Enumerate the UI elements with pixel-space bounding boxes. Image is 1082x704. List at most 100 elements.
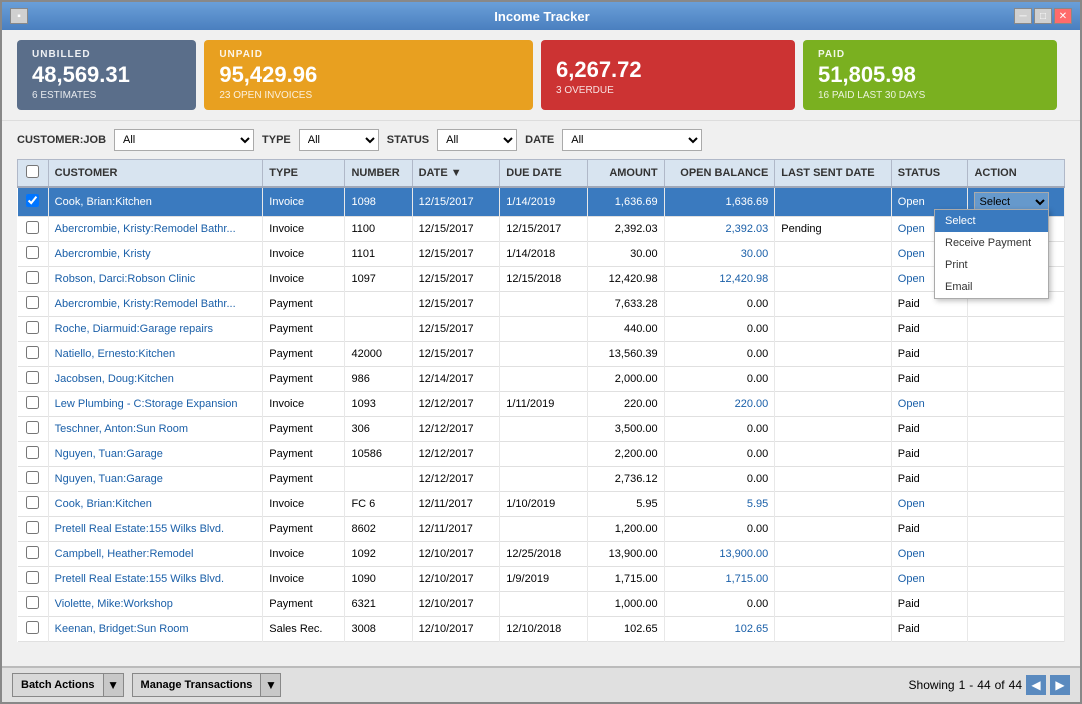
row-customer[interactable]: Natiello, Ernesto:Kitchen	[48, 342, 263, 367]
row-checkbox[interactable]	[26, 621, 39, 634]
row-last-sent	[775, 442, 891, 467]
date-filter[interactable]: All	[562, 129, 702, 151]
summary-unbilled[interactable]: UNBILLED 48,569.31 6 ESTIMATES	[17, 40, 196, 110]
row-open-balance: 0.00	[664, 442, 775, 467]
row-date: 12/15/2017	[412, 242, 500, 267]
row-checkbox[interactable]	[26, 496, 39, 509]
row-checkbox[interactable]	[26, 471, 39, 484]
row-checkbox[interactable]	[26, 271, 39, 284]
prev-page-btn[interactable]: ◀	[1026, 675, 1046, 695]
select-all-checkbox[interactable]	[26, 165, 39, 178]
row-checkbox[interactable]	[26, 396, 39, 409]
row-type: Payment	[263, 592, 345, 617]
header-open-balance[interactable]: OPEN BALANCE	[664, 160, 775, 188]
row-checkbox[interactable]	[26, 546, 39, 559]
row-customer[interactable]: Roche, Diarmuid:Garage repairs	[48, 317, 263, 342]
action-print-option[interactable]: Print	[935, 254, 1048, 276]
row-checkbox[interactable]	[26, 296, 39, 309]
customer-job-filter[interactable]: All	[114, 129, 254, 151]
summary-bar: UNBILLED 48,569.31 6 ESTIMATES UNPAID 95…	[2, 30, 1080, 120]
header-customer[interactable]: CUSTOMER	[48, 160, 263, 188]
manage-transactions-arrow[interactable]: ▼	[261, 673, 281, 697]
row-customer[interactable]: Abercrombie, Kristy:Remodel Bathr...	[48, 217, 263, 242]
row-customer[interactable]: Nguyen, Tuan:Garage	[48, 467, 263, 492]
table-container: CUSTOMER TYPE NUMBER DATE ▼ DUE DATE AMO…	[2, 159, 1080, 666]
batch-actions-btn[interactable]: Batch Actions	[12, 673, 104, 697]
row-customer[interactable]: Robson, Darci:Robson Clinic	[48, 267, 263, 292]
row-customer[interactable]: Campbell, Heather:Remodel	[48, 542, 263, 567]
close-btn[interactable]: ✕	[1054, 8, 1072, 24]
table-scroll[interactable]: CUSTOMER TYPE NUMBER DATE ▼ DUE DATE AMO…	[17, 159, 1065, 666]
row-checkbox-cell	[18, 367, 49, 392]
row-customer[interactable]: Keenan, Bridget:Sun Room	[48, 617, 263, 642]
row-date: 12/10/2017	[412, 542, 500, 567]
type-filter[interactable]: All	[299, 129, 379, 151]
header-status[interactable]: STATUS	[891, 160, 968, 188]
row-type: Invoice	[263, 567, 345, 592]
row-date: 12/15/2017	[412, 292, 500, 317]
row-checkbox[interactable]	[26, 446, 39, 459]
row-amount: 440.00	[587, 317, 664, 342]
header-number[interactable]: NUMBER	[345, 160, 412, 188]
date-label: DATE	[525, 134, 554, 146]
row-type: Payment	[263, 517, 345, 542]
row-last-sent	[775, 342, 891, 367]
row-open-balance: 5.95	[664, 492, 775, 517]
row-checkbox[interactable]	[26, 596, 39, 609]
row-customer[interactable]: Abercrombie, Kristy	[48, 242, 263, 267]
action-select-option[interactable]: Select	[935, 210, 1048, 232]
summary-paid[interactable]: PAID 51,805.98 16 PAID LAST 30 DAYS	[803, 40, 1057, 110]
row-customer[interactable]: Cook, Brian:Kitchen	[48, 492, 263, 517]
action-email-option[interactable]: Email	[935, 276, 1048, 298]
header-date[interactable]: DATE ▼	[412, 160, 500, 188]
row-checkbox[interactable]	[26, 571, 39, 584]
row-customer[interactable]: Teschner, Anton:Sun Room	[48, 417, 263, 442]
unpaid-label: UNPAID	[219, 49, 518, 60]
summary-unpaid[interactable]: UNPAID 95,429.96 23 OPEN INVOICES	[204, 40, 533, 110]
row-customer[interactable]: Lew Plumbing - C:Storage Expansion	[48, 392, 263, 417]
row-last-sent	[775, 392, 891, 417]
row-customer[interactable]: Pretell Real Estate:155 Wilks Blvd.	[48, 517, 263, 542]
row-checkbox[interactable]	[26, 421, 39, 434]
summary-overdue[interactable]: 6,267.72 3 OVERDUE	[541, 40, 795, 110]
row-checkbox[interactable]	[26, 371, 39, 384]
row-open-balance: 2,392.03	[664, 217, 775, 242]
row-customer[interactable]: Abercrombie, Kristy:Remodel Bathr...	[48, 292, 263, 317]
row-open-balance: 12,420.98	[664, 267, 775, 292]
row-checkbox[interactable]	[26, 194, 39, 207]
row-checkbox[interactable]	[26, 221, 39, 234]
row-customer[interactable]: Violette, Mike:Workshop	[48, 592, 263, 617]
row-type: Payment	[263, 317, 345, 342]
row-checkbox[interactable]	[26, 346, 39, 359]
row-status: Open	[891, 492, 968, 517]
row-amount: 1,200.00	[587, 517, 664, 542]
row-status: Paid	[891, 617, 968, 642]
row-customer[interactable]: Pretell Real Estate:155 Wilks Blvd.	[48, 567, 263, 592]
maximize-btn[interactable]: □	[1034, 8, 1052, 24]
row-number	[345, 467, 412, 492]
row-checkbox[interactable]	[26, 246, 39, 259]
row-status: Paid	[891, 417, 968, 442]
batch-actions-arrow[interactable]: ▼	[104, 673, 124, 697]
row-customer[interactable]: Cook, Brian:Kitchen	[48, 187, 263, 217]
row-checkbox[interactable]	[26, 521, 39, 534]
manage-transactions-btn[interactable]: Manage Transactions	[132, 673, 262, 697]
action-receive-payment-option[interactable]: Receive Payment	[935, 232, 1048, 254]
row-customer[interactable]: Jacobsen, Doug:Kitchen	[48, 367, 263, 392]
table-row: Abercrombie, Kristy:Remodel Bathr... Pay…	[18, 292, 1065, 317]
row-type: Invoice	[263, 492, 345, 517]
row-number: 1098	[345, 187, 412, 217]
status-filter[interactable]: All	[437, 129, 517, 151]
next-page-btn[interactable]: ▶	[1050, 675, 1070, 695]
window-controls: ─ □ ✕	[1014, 8, 1072, 24]
header-last-sent[interactable]: LAST SENT DATE	[775, 160, 891, 188]
header-type[interactable]: TYPE	[263, 160, 345, 188]
row-status: Paid	[891, 442, 968, 467]
row-customer[interactable]: Nguyen, Tuan:Garage	[48, 442, 263, 467]
window-menu-btn[interactable]: ▪	[10, 8, 28, 24]
header-amount[interactable]: AMOUNT	[587, 160, 664, 188]
minimize-btn[interactable]: ─	[1014, 8, 1032, 24]
table-row: Violette, Mike:Workshop Payment 6321 12/…	[18, 592, 1065, 617]
row-checkbox[interactable]	[26, 321, 39, 334]
header-due-date[interactable]: DUE DATE	[500, 160, 588, 188]
